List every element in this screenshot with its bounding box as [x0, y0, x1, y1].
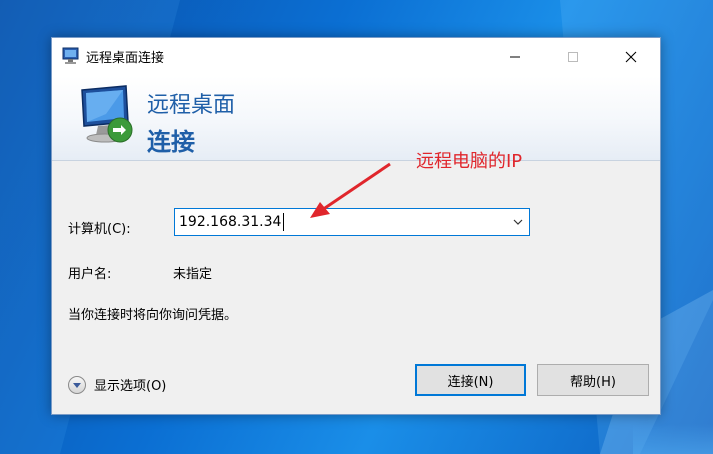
connect-button[interactable]: 连接(N)	[415, 364, 526, 396]
computer-input[interactable]: 192.168.31.34	[179, 214, 281, 230]
window-title: 远程桌面连接	[86, 51, 165, 66]
text-caret	[283, 213, 284, 231]
username-label: 用户名:	[68, 267, 112, 282]
annotation-arrow	[310, 162, 391, 218]
maximize-button[interactable]	[544, 38, 602, 76]
expand-options-icon[interactable]	[68, 375, 86, 394]
close-button[interactable]	[602, 38, 660, 76]
title-bar[interactable]: 远程桌面连接	[52, 38, 660, 76]
username-value: 未指定	[173, 267, 213, 282]
show-options-label[interactable]: 显示选项(O)	[94, 375, 166, 394]
help-button[interactable]: 帮助(H)	[537, 364, 649, 396]
minimize-button[interactable]	[486, 38, 544, 76]
banner-title-line1: 远程桌面	[147, 93, 236, 118]
maximize-icon	[568, 52, 578, 62]
computer-label: 计算机(C):	[68, 222, 131, 237]
minimize-icon	[510, 56, 520, 58]
remote-desktop-monitor-icon	[81, 85, 133, 143]
close-icon	[625, 51, 637, 63]
remote-desktop-app-icon	[62, 47, 79, 64]
header-banner: 远程桌面 连接	[52, 76, 660, 161]
desktop-highlight	[633, 424, 713, 454]
chevron-down-icon[interactable]	[511, 215, 525, 229]
annotation-label: 远程电脑的IP	[416, 151, 523, 172]
banner-title-line2: 连接	[147, 128, 195, 156]
show-options-toggle[interactable]: 显示选项(O)	[68, 375, 166, 394]
credentials-info-text: 当你连接时将向你询问凭据。	[68, 308, 238, 323]
